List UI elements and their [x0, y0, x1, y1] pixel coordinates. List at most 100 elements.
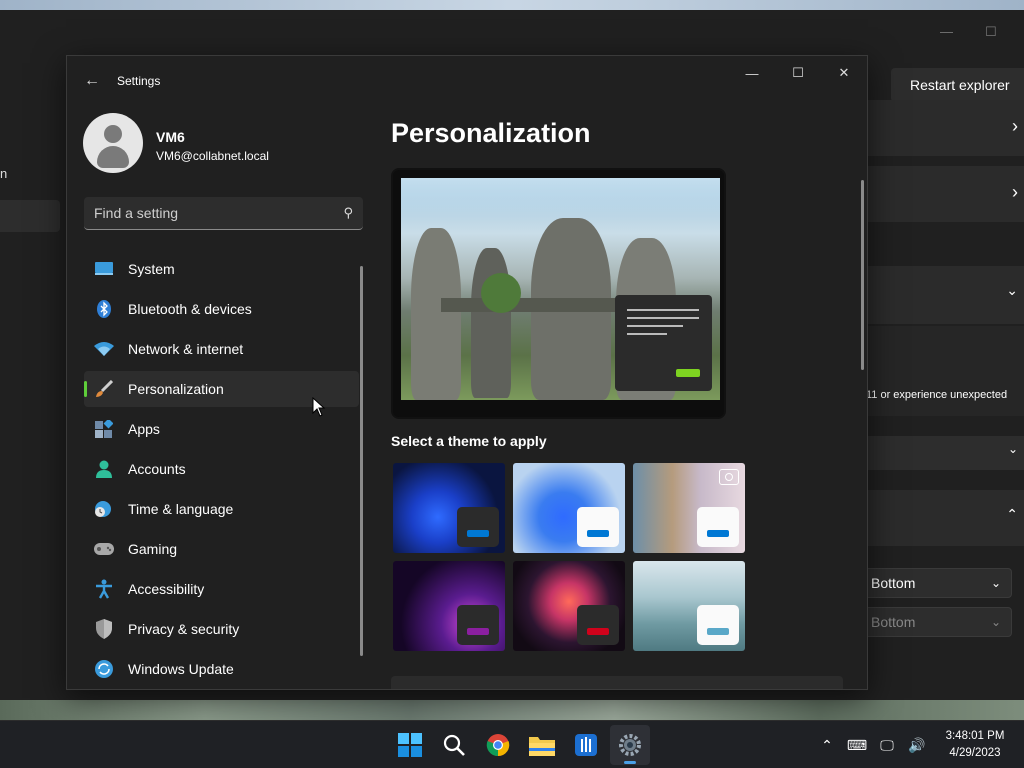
- sidebar-item-time-language[interactable]: Time & language: [84, 491, 359, 527]
- clock-time: 3:48:01 PM: [945, 730, 1005, 742]
- search-box[interactable]: ⚲: [84, 197, 363, 230]
- main-content: Personalization Select a theme to apply: [391, 56, 867, 689]
- start-icon[interactable]: [390, 725, 430, 765]
- chevron-up-icon[interactable]: ⌃: [812, 737, 842, 754]
- system-tray: ⌃ ⌨ 🖵 🔊 3:48:01 PM 4/29/2023: [812, 721, 1024, 768]
- search-input[interactable]: [94, 205, 314, 221]
- chevron-down-icon: ⌄: [1006, 282, 1018, 298]
- network-icon[interactable]: 🖵: [872, 737, 902, 754]
- search-icon[interactable]: [434, 725, 474, 765]
- sidebar-item-accounts[interactable]: Accounts: [84, 451, 359, 487]
- user-profile[interactable]: VM6 VM6@collabnet.local: [83, 113, 269, 173]
- sidebar-item-gaming[interactable]: Gaming: [84, 531, 359, 567]
- sidebar-item-system[interactable]: System: [84, 251, 359, 287]
- theme-flow[interactable]: [633, 561, 745, 651]
- bluetooth-icon: [94, 299, 114, 319]
- update-icon: [94, 659, 114, 679]
- accessibility-icon: [94, 579, 114, 599]
- shield-icon: [94, 619, 114, 639]
- bg-card-info: [868, 326, 1024, 416]
- select-value: Bottom: [871, 575, 916, 591]
- chevron-up-icon: ⌃: [1006, 506, 1018, 522]
- preview-window-mock: [615, 295, 712, 391]
- sidebar-item-privacy-security[interactable]: Privacy & security: [84, 611, 359, 647]
- sidebar-item-label: Apps: [128, 421, 160, 437]
- taskbar-alignment-select[interactable]: Bottom ⌄: [862, 568, 1012, 598]
- chevron-right-icon: ›: [1012, 182, 1018, 202]
- content-scrollbar[interactable]: [861, 180, 864, 370]
- sidebar-item-label: Accessibility: [128, 581, 205, 597]
- bg-card-4[interactable]: ⌃: [868, 490, 1024, 546]
- theme-windows-dark[interactable]: [393, 463, 505, 553]
- bg-card-2[interactable]: ›: [868, 166, 1024, 222]
- bg-select-empty[interactable]: ⌄: [868, 436, 1024, 470]
- sidebar-nav: System Bluetooth & devices Network & int…: [84, 251, 359, 689]
- chrome-icon[interactable]: [478, 725, 518, 765]
- camera-icon: [719, 469, 739, 485]
- theme-spotlight[interactable]: [633, 463, 745, 553]
- bg-minimize-icon[interactable]: —: [940, 24, 953, 39]
- gamepad-icon: [94, 539, 114, 559]
- theme-glow[interactable]: [393, 561, 505, 651]
- app-icon[interactable]: [566, 725, 606, 765]
- sidebar-item-label: System: [128, 261, 175, 277]
- avatar: [83, 113, 143, 173]
- settings-window: ← Settings — ☐ ✕ VM6 VM6@collabnet.local…: [66, 55, 868, 690]
- theme-windows-light[interactable]: [513, 463, 625, 553]
- settings-icon[interactable]: [610, 725, 650, 765]
- select-value: Bottom: [871, 614, 916, 630]
- sidebar-item-label: Time & language: [128, 501, 234, 517]
- chevron-down-icon: ⌄: [1007, 442, 1018, 456]
- taskbar-apps: [390, 725, 650, 765]
- brush-icon: [94, 379, 114, 399]
- window-title: Settings: [117, 74, 161, 88]
- sidebar-item-windows-update[interactable]: Windows Update: [84, 651, 359, 687]
- bg-card-3[interactable]: ⌄: [868, 266, 1024, 324]
- bg-left-selection: [0, 200, 60, 232]
- theme-captured-motion[interactable]: [513, 561, 625, 651]
- bg-card-1[interactable]: ›: [868, 100, 1024, 156]
- wallpaper-preview-image: [401, 178, 720, 400]
- theme-section-label: Select a theme to apply: [391, 433, 547, 449]
- file-explorer-icon[interactable]: [522, 725, 562, 765]
- bg-maximize-icon[interactable]: ☐: [985, 24, 997, 40]
- disabled-select: Bottom ⌄: [862, 607, 1012, 637]
- user-name: VM6: [156, 129, 185, 145]
- system-icon: [94, 259, 114, 279]
- sidebar-item-bluetooth[interactable]: Bluetooth & devices: [84, 291, 359, 327]
- themes-card[interactable]: [391, 676, 843, 689]
- desktop-top-edge: [0, 0, 1024, 10]
- time-language-icon: [94, 499, 114, 519]
- sidebar-item-label: Accounts: [128, 461, 186, 477]
- sidebar-item-label: Bluetooth & devices: [128, 301, 252, 317]
- theme-grid: [393, 463, 748, 651]
- mouse-cursor-icon: [312, 397, 326, 417]
- chevron-down-icon: ⌄: [990, 615, 1001, 629]
- sidebar-item-accessibility[interactable]: Accessibility: [84, 571, 359, 607]
- sidebar-item-label: Network & internet: [128, 341, 244, 357]
- wifi-icon: [94, 339, 114, 359]
- desktop-wallpaper: [0, 700, 1024, 720]
- keyboard-icon[interactable]: ⌨: [842, 737, 872, 754]
- chevron-down-icon: ⌄: [990, 576, 1001, 590]
- sidebar-item-label: Personalization: [128, 381, 224, 397]
- restart-explorer-button[interactable]: Restart explorer: [891, 68, 1024, 102]
- search-icon[interactable]: ⚲: [343, 205, 353, 221]
- user-email: VM6@collabnet.local: [156, 149, 269, 163]
- back-arrow-icon[interactable]: ←: [81, 70, 103, 92]
- page-title: Personalization: [391, 118, 591, 148]
- sidebar-scrollbar[interactable]: [360, 266, 363, 656]
- clock-date: 4/29/2023: [949, 747, 1001, 759]
- sidebar-item-network[interactable]: Network & internet: [84, 331, 359, 367]
- sidebar-item-label: Windows Update: [128, 661, 234, 677]
- bg-warning-text: 11 or experience unexpected: [866, 389, 1008, 401]
- apps-icon: [94, 419, 114, 439]
- theme-preview: [391, 168, 726, 419]
- chevron-right-icon: ›: [1012, 116, 1018, 136]
- taskbar: ⌃ ⌨ 🖵 🔊 3:48:01 PM 4/29/2023: [0, 720, 1024, 768]
- accounts-icon: [94, 459, 114, 479]
- bg-left-text: n: [0, 166, 8, 181]
- clock[interactable]: 3:48:01 PM 4/29/2023: [932, 728, 1018, 762]
- volume-icon[interactable]: 🔊: [902, 737, 932, 754]
- sidebar-item-label: Privacy & security: [128, 621, 240, 637]
